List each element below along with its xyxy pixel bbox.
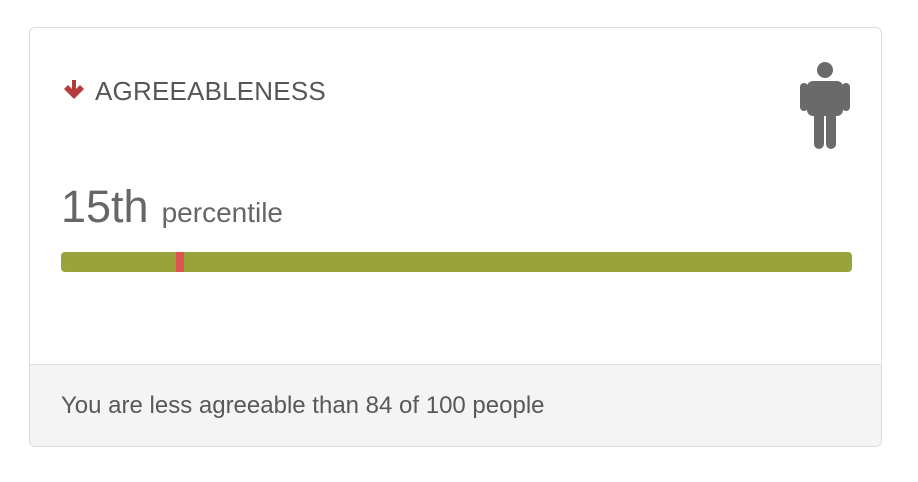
trait-card-body: AGREEABLENESS 15th percentile (30, 28, 881, 365)
summary-text: You are less agreeable than 84 of 100 pe… (61, 392, 545, 419)
person-icon (799, 61, 851, 151)
trait-card: AGREEABLENESS 15th percentile You are le… (29, 27, 882, 447)
percentile-row: 15th percentile (61, 184, 283, 229)
trait-name: AGREEABLENESS (95, 76, 326, 106)
trait-card-footer: You are less agreeable than 84 of 100 pe… (30, 365, 881, 446)
down-arrow-icon (61, 78, 87, 104)
percentile-bar (61, 252, 852, 272)
percentile-value: 15th (61, 181, 149, 232)
percentile-marker (175, 252, 184, 272)
percentile-label: percentile (161, 197, 283, 228)
trait-header: AGREEABLENESS (61, 78, 326, 104)
